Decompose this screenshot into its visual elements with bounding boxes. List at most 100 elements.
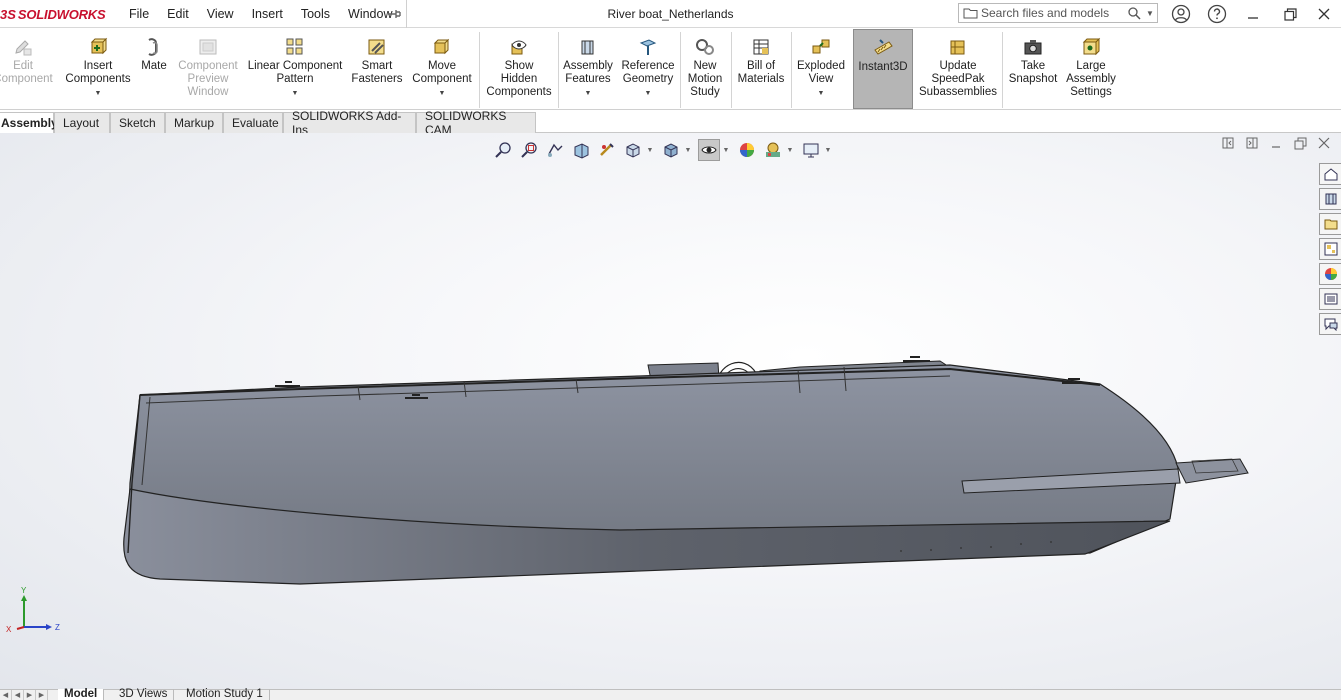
first-tab-icon[interactable]: ◀ [0, 690, 12, 700]
menu-tools[interactable]: Tools [292, 7, 339, 21]
smart-fasteners-label-2: Fasteners [351, 73, 403, 85]
previous-tab-icon[interactable]: ◀ [12, 690, 24, 700]
chevron-down-icon[interactable]: ▼ [292, 87, 299, 100]
chevron-down-icon[interactable]: ▼ [684, 147, 692, 154]
search-icon[interactable] [1125, 6, 1143, 20]
instant3d-label: Instant3D [858, 61, 908, 73]
custom-properties-icon[interactable] [1319, 288, 1341, 310]
preview-label: Component [178, 60, 238, 72]
view-settings-icon[interactable] [800, 139, 822, 161]
menu-view[interactable]: View [198, 7, 243, 21]
previous-view-icon[interactable] [544, 139, 566, 161]
chevron-down-icon[interactable]: ▼ [646, 147, 654, 154]
tab-motion-study-1[interactable]: Motion Study 1 [180, 688, 270, 700]
tile-left-icon[interactable] [1219, 134, 1237, 152]
viewport-close-icon[interactable] [1315, 134, 1333, 152]
chevron-down-icon[interactable]: ▼ [585, 87, 592, 100]
motion-study-label-2: Motion [687, 73, 723, 85]
graphics-viewport[interactable]: ▼ ▼ ▼ ▼ ▼ Y Z X [0, 133, 1341, 689]
last-tab-icon[interactable]: ▶ [36, 690, 48, 700]
insert-components-button[interactable]: Insert Components ▼ [62, 29, 134, 109]
tab-markup[interactable]: Markup [165, 112, 223, 133]
minimize-icon[interactable] [1236, 2, 1270, 26]
large-assembly-settings-button[interactable]: Large Assembly Settings [1060, 29, 1122, 109]
tab-model[interactable]: Model [58, 688, 105, 700]
update-speedpak-button[interactable]: Update SpeedPak Subassemblies [916, 29, 1000, 109]
view-palette-icon[interactable] [1319, 238, 1341, 260]
chevron-down-icon[interactable]: ▼ [824, 147, 832, 154]
chevron-down-icon[interactable]: ▼ [439, 87, 446, 100]
solidworks-resources-icon[interactable] [1319, 163, 1341, 185]
assembly-features-button[interactable]: Assembly Features ▼ [560, 29, 616, 109]
reference-geometry-icon [639, 39, 657, 55]
insert-components-label-2: Components [65, 73, 131, 85]
menu-file[interactable]: File [120, 7, 158, 21]
design-library-icon[interactable] [1319, 188, 1341, 210]
appearances-scenes-icon[interactable] [1319, 263, 1341, 285]
zoom-to-area-icon[interactable] [518, 139, 540, 161]
chevron-down-icon[interactable]: ▼ [645, 87, 652, 100]
tab-assembly[interactable]: Assembly [0, 112, 58, 133]
close-icon[interactable] [1307, 2, 1341, 26]
reference-geometry-label: Reference [621, 60, 675, 72]
bill-of-materials-button[interactable]: Bill of Materials [733, 29, 789, 109]
ds-logo-mark: 3S [0, 6, 16, 22]
move-component-button[interactable]: Move Component ▼ [408, 29, 476, 109]
search-box[interactable]: Search files and models ▼ [958, 3, 1158, 23]
motion-study-label-3: Study [690, 86, 720, 98]
view-orientation-icon[interactable] [622, 139, 644, 161]
bill-of-materials-icon [753, 39, 769, 55]
tab-solidworks-cam[interactable]: SOLIDWORKS CAM [416, 109, 536, 137]
move-component-label-2: Component [412, 73, 472, 85]
mate-icon [148, 38, 158, 56]
edit-component-button[interactable]: Edit Component [0, 29, 54, 109]
reference-geometry-button[interactable]: Reference Geometry ▼ [618, 29, 678, 109]
bom-label: Bill of [746, 60, 776, 72]
viewport-restore-icon[interactable] [1291, 134, 1309, 152]
next-tab-icon[interactable]: ▶ [24, 690, 36, 700]
ribbon-separator [791, 32, 792, 108]
menu-edit[interactable]: Edit [158, 7, 198, 21]
mate-button[interactable]: Mate [136, 29, 172, 109]
search-dropdown-icon[interactable]: ▼ [1143, 9, 1157, 18]
exploded-view-button[interactable]: Exploded View ▼ [793, 29, 849, 109]
section-view-icon[interactable] [570, 139, 592, 161]
dynamic-annotation-icon[interactable] [596, 139, 618, 161]
edit-appearance-icon[interactable] [736, 139, 758, 161]
apply-scene-icon[interactable] [762, 139, 784, 161]
solidworks-logo[interactable]: 3S SOLIDWORKS [0, 6, 106, 22]
search-input[interactable]: Search files and models [981, 6, 1125, 20]
smart-fasteners-button[interactable]: Smart Fasteners [348, 29, 406, 109]
chevron-down-icon[interactable]: ▼ [95, 87, 102, 100]
new-motion-study-button[interactable]: New Motion Study [682, 29, 728, 109]
linear-component-pattern-button[interactable]: Linear Component Pattern ▼ [244, 29, 346, 109]
hide-show-items-icon[interactable] [698, 139, 720, 161]
solidworks-forum-icon[interactable] [1319, 313, 1341, 335]
tab-evaluate[interactable]: Evaluate [223, 112, 283, 133]
viewport-minimize-icon[interactable] [1267, 134, 1285, 152]
instant3d-button[interactable]: Instant3D [853, 29, 913, 109]
tile-right-icon[interactable] [1243, 134, 1261, 152]
pin-icon[interactable] [384, 5, 404, 23]
component-preview-window-button[interactable]: Component Preview Window [172, 29, 244, 109]
user-account-icon[interactable] [1170, 3, 1192, 25]
display-style-icon[interactable] [660, 139, 682, 161]
tab-sketch[interactable]: Sketch [110, 112, 165, 133]
ribbon-separator [479, 32, 480, 108]
chevron-down-icon[interactable]: ▼ [818, 87, 825, 100]
menu-insert[interactable]: Insert [243, 7, 292, 21]
command-manager-ribbon: Edit Component Insert Components ▼ Mate … [0, 29, 1341, 110]
boat-model[interactable] [0, 133, 1341, 689]
tab-solidworks-add-ins[interactable]: SOLIDWORKS Add-Ins [283, 109, 416, 137]
file-explorer-icon[interactable] [1319, 213, 1341, 235]
chevron-down-icon[interactable]: ▼ [722, 147, 730, 154]
show-hidden-components-button[interactable]: Show Hidden Components [482, 29, 556, 109]
restore-icon[interactable] [1273, 2, 1307, 26]
bom-label-2: Materials [737, 73, 785, 85]
help-icon[interactable] [1206, 3, 1228, 25]
tab-layout[interactable]: Layout [54, 112, 110, 133]
chevron-down-icon[interactable]: ▼ [786, 147, 794, 154]
tab-3d-views[interactable]: 3D Views [113, 688, 175, 700]
take-snapshot-button[interactable]: Take Snapshot [1006, 29, 1060, 109]
zoom-to-fit-icon[interactable] [492, 139, 514, 161]
